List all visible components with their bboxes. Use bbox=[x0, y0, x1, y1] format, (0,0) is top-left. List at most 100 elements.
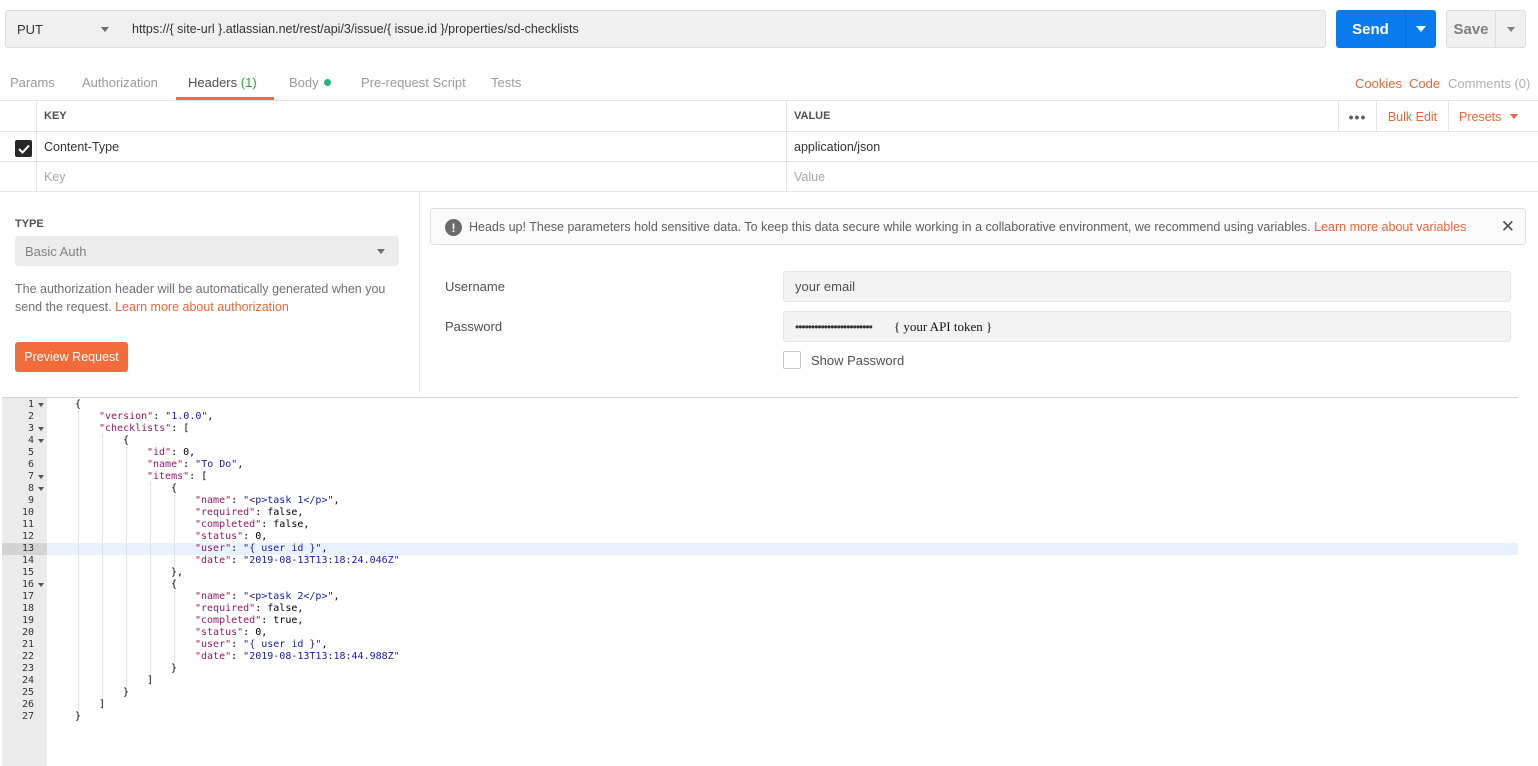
comments-link[interactable]: Comments (0) bbox=[1448, 76, 1530, 91]
presets-dropdown[interactable]: Presets bbox=[1448, 101, 1538, 132]
code-line[interactable]: 23} bbox=[2, 663, 1518, 675]
line-number: 9 bbox=[27, 495, 34, 506]
code-line[interactable]: 11 "completed": false, bbox=[2, 519, 1518, 531]
code-text: ] bbox=[147, 675, 154, 686]
fold-arrow-icon[interactable] bbox=[38, 583, 44, 587]
code-line[interactable]: 22 "date": "2019-08-13T13:18:44.988Z" bbox=[2, 651, 1518, 663]
bulk-edit-button[interactable]: Bulk Edit bbox=[1376, 101, 1448, 132]
code-line[interactable]: 15}, bbox=[2, 567, 1518, 579]
code-line[interactable]: 13 "user": "{ user id }", bbox=[2, 543, 1518, 555]
code-line[interactable]: 25} bbox=[2, 687, 1518, 699]
tab-headers-label: Headers bbox=[188, 75, 238, 90]
close-icon[interactable]: ✕ bbox=[1501, 217, 1515, 237]
row-enabled-checkbox[interactable] bbox=[15, 140, 32, 157]
send-dropdown-button[interactable] bbox=[1406, 26, 1436, 32]
new-value-input[interactable]: Value bbox=[787, 162, 1538, 191]
learn-more-variables-link[interactable]: Learn more about variables bbox=[1314, 220, 1466, 234]
caret-down-icon bbox=[1510, 114, 1519, 119]
cookies-link[interactable]: Cookies bbox=[1355, 76, 1402, 91]
tab-prerequest-script[interactable]: Pre-request Script bbox=[361, 75, 466, 90]
line-number: 10 bbox=[21, 507, 34, 518]
code-text: { bbox=[123, 435, 130, 446]
preview-request-button[interactable]: Preview Request bbox=[15, 342, 128, 372]
code-line[interactable]: 1{ bbox=[2, 399, 1518, 411]
request-bar: PUT https://{ site-url }.atlassian.net/r… bbox=[0, 0, 1538, 60]
tab-authorization[interactable]: Authorization bbox=[82, 75, 158, 90]
line-number: 11 bbox=[21, 519, 34, 530]
fold-arrow-icon[interactable] bbox=[38, 439, 44, 443]
tab-body-label: Body bbox=[289, 75, 319, 90]
username-input[interactable]: your email bbox=[783, 271, 1511, 302]
method-value: PUT bbox=[17, 21, 43, 37]
password-input[interactable]: •••••••••••••••••••••••• { your API toke… bbox=[783, 311, 1511, 342]
auth-type-value: Basic Auth bbox=[25, 243, 87, 259]
chevron-down-icon bbox=[101, 27, 109, 32]
method-select[interactable]: PUT bbox=[5, 10, 122, 48]
code-text: "user": "{ user id }", bbox=[195, 639, 328, 650]
code-line[interactable]: 9 "name": "<p>task 1</p>", bbox=[2, 495, 1518, 507]
code-text: "date": "2019-08-13T13:18:24.046Z" bbox=[195, 555, 400, 566]
tab-body[interactable]: Body bbox=[289, 75, 331, 90]
code-line[interactable]: 19 "completed": true, bbox=[2, 615, 1518, 627]
code-line[interactable]: 16{ bbox=[2, 579, 1518, 591]
status-dot-icon bbox=[323, 79, 331, 86]
row-checkbox-cell bbox=[0, 132, 37, 161]
code-link[interactable]: Code bbox=[1409, 76, 1440, 91]
code-text: { bbox=[171, 483, 178, 494]
code-line[interactable]: 17 "name": "<p>task 2</p>", bbox=[2, 591, 1518, 603]
indent-guide bbox=[150, 483, 151, 675]
url-value: https://{ site-url }.atlassian.net/rest/… bbox=[132, 22, 579, 36]
body-code-editor[interactable]: 1{2 "version": "1.0.0", 3 "checklists": [4{… bbox=[2, 397, 1518, 766]
tab-params[interactable]: Params bbox=[10, 75, 55, 90]
learn-more-authorization-link[interactable]: Learn more about authorization bbox=[115, 300, 289, 314]
code-text: "required": false, bbox=[195, 603, 304, 614]
save-dropdown-button[interactable] bbox=[1496, 26, 1525, 32]
header-value-input[interactable]: application/json bbox=[787, 132, 1538, 161]
url-input[interactable]: https://{ site-url }.atlassian.net/rest/… bbox=[121, 10, 1326, 48]
code-line[interactable]: 24] bbox=[2, 675, 1518, 687]
table-header-row: KEY VALUE ••• Bulk Edit Presets bbox=[0, 101, 1538, 132]
save-button[interactable]: Save bbox=[1446, 10, 1526, 48]
table-row: Content-Type application/json bbox=[0, 132, 1538, 162]
auth-type-label: TYPE bbox=[15, 218, 44, 230]
code-line[interactable]: 7 "items": [ bbox=[2, 471, 1518, 483]
send-button[interactable]: Send bbox=[1336, 10, 1436, 48]
fold-arrow-icon[interactable] bbox=[38, 475, 44, 479]
code-line[interactable]: 8{ bbox=[2, 483, 1518, 495]
fold-arrow-icon[interactable] bbox=[38, 427, 44, 431]
auth-type-select[interactable]: Basic Auth bbox=[15, 236, 399, 266]
alert-text: Heads up! These parameters hold sensitiv… bbox=[469, 220, 1466, 234]
code-line[interactable]: 6 "name": "To Do", bbox=[2, 459, 1518, 471]
tab-tests[interactable]: Tests bbox=[491, 75, 521, 90]
code-line[interactable]: 18 "required": false, bbox=[2, 603, 1518, 615]
code-line[interactable]: 21 "user": "{ user id }", bbox=[2, 639, 1518, 651]
row-checkbox-cell bbox=[0, 162, 37, 191]
new-key-input[interactable]: Key bbox=[37, 162, 787, 191]
code-text: "required": false, bbox=[195, 507, 304, 518]
code-text: "name": "<p>task 2</p>", bbox=[195, 591, 340, 602]
code-line[interactable]: 2 "version": "1.0.0", bbox=[2, 411, 1518, 423]
code-text: } bbox=[171, 663, 178, 674]
code-line[interactable]: 27} bbox=[2, 711, 1518, 723]
request-tabs: Params Authorization Headers (1) Body Pr… bbox=[0, 60, 1538, 101]
code-text: "items": [ bbox=[147, 471, 208, 482]
line-number: 5 bbox=[27, 447, 34, 458]
code-line[interactable]: 10 "required": false, bbox=[2, 507, 1518, 519]
code-line[interactable]: 5 "id": 0, bbox=[2, 447, 1518, 459]
code-line[interactable]: 3 "checklists": [ bbox=[2, 423, 1518, 435]
code-line[interactable]: 26] bbox=[2, 699, 1518, 711]
show-password-checkbox[interactable] bbox=[783, 351, 801, 369]
fold-arrow-icon[interactable] bbox=[38, 487, 44, 491]
fold-arrow-icon[interactable] bbox=[38, 403, 44, 407]
more-options-icon[interactable]: ••• bbox=[1338, 101, 1376, 132]
header-key-input[interactable]: Content-Type bbox=[37, 132, 787, 161]
alert-message: Heads up! These parameters hold sensitiv… bbox=[469, 219, 1311, 234]
code-line[interactable]: 20 "status": 0, bbox=[2, 627, 1518, 639]
code-line[interactable]: 14 "date": "2019-08-13T13:18:24.046Z" bbox=[2, 555, 1518, 567]
code-line[interactable]: 12 "status": 0, bbox=[2, 531, 1518, 543]
code-text: ] bbox=[99, 699, 106, 710]
tab-headers[interactable]: Headers (1) bbox=[188, 75, 257, 90]
show-password-label[interactable]: Show Password bbox=[811, 353, 904, 368]
code-line[interactable]: 4{ bbox=[2, 435, 1518, 447]
code-text: } bbox=[75, 711, 82, 722]
